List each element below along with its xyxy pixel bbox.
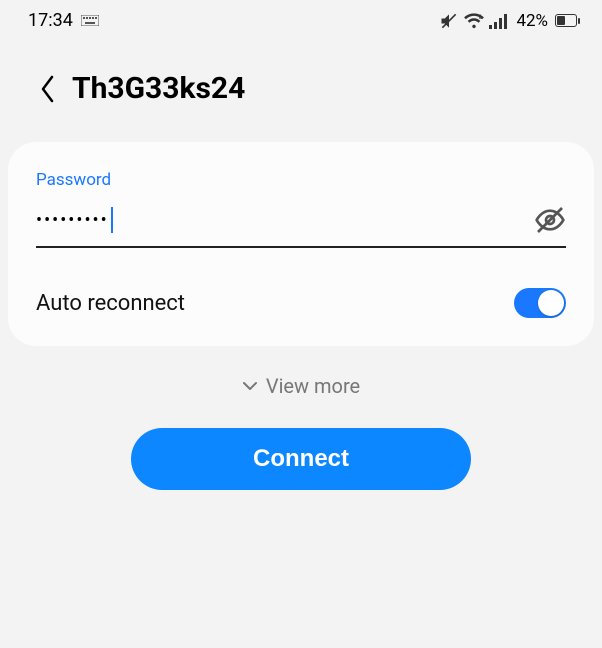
- keyboard-icon: [81, 15, 99, 26]
- auto-reconnect-row: Auto reconnect: [36, 288, 566, 318]
- status-bar: 17:34 6 42%: [0, 0, 602, 41]
- status-right: 6 42%: [439, 11, 580, 31]
- view-more-button[interactable]: View more: [0, 374, 602, 398]
- back-icon[interactable]: [38, 75, 58, 103]
- page-title: Th3G33ks24: [72, 71, 245, 106]
- signal-icon: [489, 13, 509, 29]
- connect-button[interactable]: Connect: [131, 428, 471, 490]
- wifi-form-card: Password ••••••••• Auto reconnect: [8, 142, 594, 346]
- password-label: Password: [36, 170, 566, 190]
- header: Th3G33ks24: [0, 41, 602, 134]
- status-left: 17:34: [28, 10, 99, 31]
- password-field[interactable]: •••••••••: [36, 204, 566, 248]
- status-time: 17:34: [28, 10, 73, 31]
- password-masked-text: •••••••••: [36, 210, 109, 231]
- chevron-down-icon: [242, 380, 258, 392]
- battery-icon: [552, 14, 580, 27]
- svg-text:6: 6: [479, 13, 483, 21]
- eye-off-icon[interactable]: [534, 204, 566, 236]
- toggle-knob: [538, 290, 564, 316]
- auto-reconnect-label: Auto reconnect: [36, 291, 185, 316]
- text-cursor: [111, 207, 113, 233]
- mute-icon: [439, 11, 459, 31]
- view-more-label: View more: [266, 374, 360, 398]
- wifi-icon: 6: [463, 12, 485, 30]
- auto-reconnect-toggle[interactable]: [514, 288, 566, 318]
- battery-percent: 42%: [516, 11, 548, 31]
- password-value: •••••••••: [36, 207, 113, 233]
